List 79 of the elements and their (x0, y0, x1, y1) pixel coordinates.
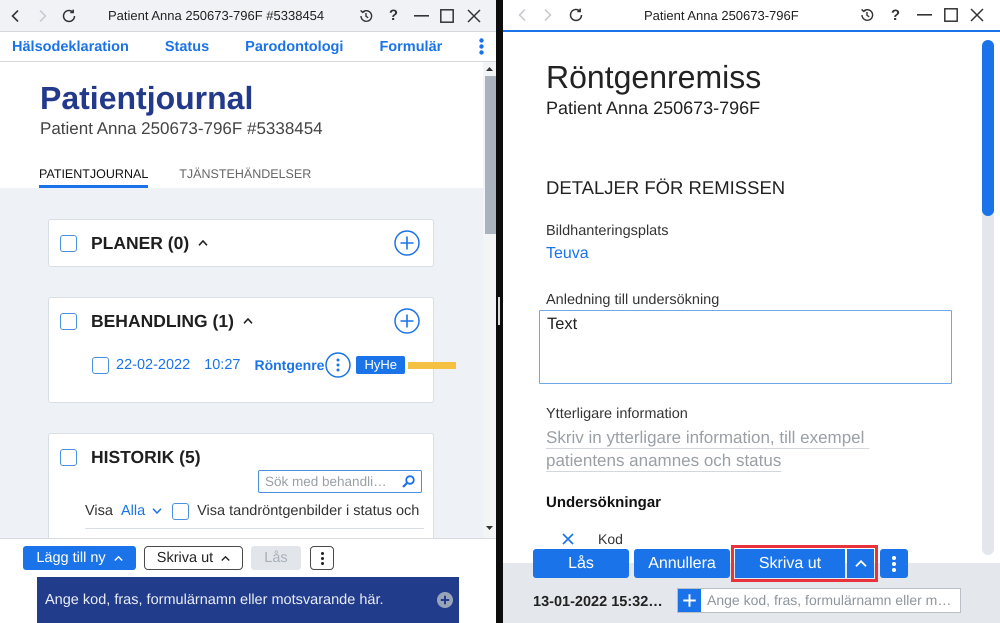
checkbox[interactable] (60, 312, 77, 330)
nav-link[interactable]: Formulär (379, 38, 442, 54)
timestamp: 13-01-2022 15:32… (533, 594, 663, 610)
help-button[interactable]: ? (388, 7, 398, 24)
checkbox-label: Visa tandröntgenbilder i status och (197, 503, 420, 519)
minimize-icon[interactable] (917, 14, 932, 16)
filter-label: Visa (85, 503, 113, 519)
add-icon[interactable] (394, 230, 420, 256)
kebab-icon (892, 556, 896, 572)
section-title: BEHANDLING (1) (91, 310, 234, 332)
field-link[interactable]: Teuva (546, 243, 589, 265)
history-icon[interactable] (860, 8, 874, 22)
text-area[interactable]: Text (539, 310, 952, 384)
notes-field[interactable]: Skriv in ytterligare information, till exempel patientens anamnes och status (546, 426, 946, 472)
menu-toggle-button[interactable] (847, 549, 874, 578)
scroll-down-icon[interactable] (486, 526, 493, 530)
field-label: Ytterligare information (546, 405, 689, 424)
command-field[interactable]: Ange kod, fras, formulärnamn eller motsvarande här. (37, 577, 459, 623)
search-icon[interactable] (402, 475, 415, 488)
add-icon[interactable] (394, 308, 420, 334)
close-icon[interactable] (467, 8, 481, 22)
patient-subtitle: Patient Anna 250673-796F #5338454 (40, 118, 324, 140)
toolbar-button[interactable]: Skriva ut (144, 546, 243, 570)
entry-date: 22-02-2022 (116, 357, 190, 373)
field-label: Bildhanteringsplats (546, 222, 670, 241)
column-header: Kod (598, 531, 623, 547)
entry-link[interactable]: Röntgenre (254, 357, 324, 373)
section-heading: DETALJER FÖR REMISSEN (546, 176, 786, 200)
action-button[interactable]: Lås (533, 549, 629, 578)
caret-icon[interactable] (198, 240, 208, 246)
field-label: Anledning till undersökning (546, 291, 720, 310)
back-icon[interactable] (11, 10, 19, 22)
initials-badge: HyHe (356, 356, 405, 374)
action-button[interactable]: Skriva ut (735, 549, 845, 578)
window-title: Patient Anna 250673-796F #5338454 (108, 8, 324, 23)
minimize-icon[interactable] (414, 14, 429, 16)
page-title: Röntgenremiss (546, 58, 762, 96)
checkbox[interactable] (92, 356, 109, 374)
patient-subtitle: Patient Anna 250673-796F (546, 97, 762, 120)
scroll-thumb[interactable] (485, 76, 496, 234)
subsection-heading: Undersökningar (546, 493, 662, 513)
kebab-icon (320, 552, 324, 564)
tab[interactable]: TJÄNSTEHÄNDELSER (179, 163, 312, 188)
caret-icon[interactable] (242, 318, 253, 324)
checkbox[interactable] (172, 502, 190, 520)
scrollbar[interactable] (483, 62, 496, 538)
page-title: Patientjournal (40, 79, 254, 118)
search-field[interactable]: Sök med behandli… (258, 470, 422, 493)
history-icon[interactable] (358, 8, 373, 22)
section-title: PLANER (0) (91, 232, 190, 254)
scrollbar[interactable] (982, 40, 994, 555)
more-button[interactable] (310, 546, 334, 570)
refresh-icon[interactable] (62, 8, 76, 22)
maximize-icon[interactable] (944, 8, 958, 22)
close-icon[interactable] (970, 8, 984, 22)
scroll-thumb[interactable] (982, 40, 994, 216)
maximize-icon[interactable] (440, 8, 454, 22)
refresh-icon[interactable] (569, 8, 583, 22)
command-field[interactable]: Ange kod, fras, formulärnamn eller m… (677, 588, 961, 612)
more-icon[interactable] (325, 352, 352, 378)
status-strip-icon (408, 362, 456, 368)
help-button[interactable]: ? (890, 6, 900, 24)
resize-handle-icon[interactable] (498, 297, 500, 325)
nav-link[interactable]: Parodontologi (245, 38, 344, 54)
checkbox[interactable] (60, 448, 77, 466)
nav-link[interactable]: Status (164, 38, 210, 54)
section-title: HISTORIK (5) (91, 446, 201, 468)
toolbar-button[interactable]: Lägg till ny (23, 546, 136, 570)
caret-icon (854, 560, 866, 567)
action-button[interactable]: Annullera (634, 549, 730, 578)
window-title: Patient Anna 250673-796F (644, 8, 799, 22)
nav-link[interactable]: Hälsodeklaration (12, 38, 129, 54)
add-icon[interactable] (678, 588, 701, 612)
checkbox[interactable] (60, 234, 77, 252)
entry-time: 10:27 (204, 357, 240, 373)
filter-dropdown[interactable]: Alla (120, 503, 146, 519)
scroll-up-icon[interactable] (486, 67, 493, 71)
kebab-menu-icon[interactable] (479, 38, 484, 55)
add-icon[interactable] (437, 592, 453, 608)
